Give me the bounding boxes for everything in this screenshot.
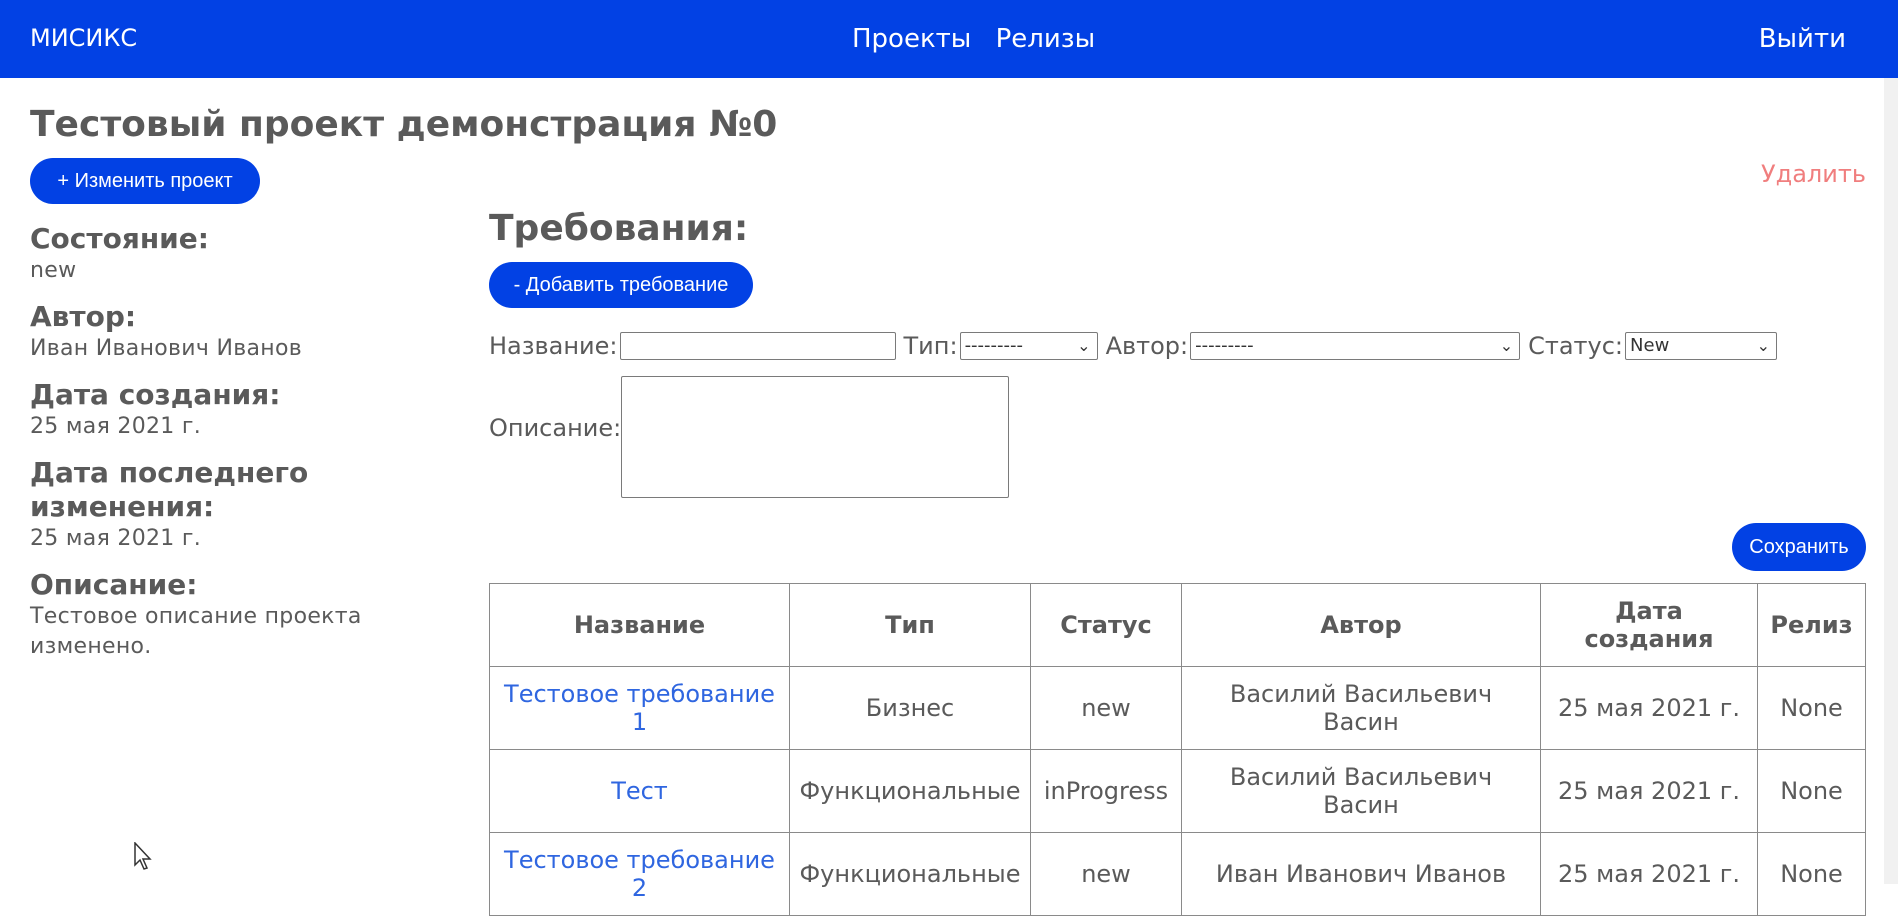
- requirement-link[interactable]: Тестовое требование 1: [504, 680, 775, 736]
- brand-logo[interactable]: МИСИКС: [30, 24, 137, 52]
- mouse-pointer-icon: [134, 842, 152, 870]
- requirements-title: Требования:: [489, 208, 749, 249]
- table-cell: 25 мая 2021 г.: [1540, 749, 1758, 833]
- table-cell: new: [1030, 666, 1182, 750]
- requirement-link[interactable]: Тест: [611, 777, 668, 805]
- status-label: Статус:: [1528, 332, 1624, 360]
- status-select-value: New: [1630, 335, 1670, 356]
- created-date-label: Дата создания:: [30, 378, 281, 411]
- column-header: Название: [489, 583, 790, 667]
- column-header: Автор: [1181, 583, 1541, 667]
- save-button[interactable]: Сохранить: [1732, 523, 1866, 571]
- table-cell: Василий Васильевич Васин: [1181, 666, 1541, 750]
- requirements-table: Название Тип Статус Автор Дата создания …: [489, 583, 1866, 916]
- table-cell: new: [1030, 832, 1182, 916]
- state-label: Состояние:: [30, 222, 209, 255]
- author-select[interactable]: --------- ⌄: [1190, 332, 1521, 360]
- table-cell: Василий Васильевич Васин: [1181, 749, 1541, 833]
- name-input[interactable]: [619, 332, 896, 360]
- modified-date-label: Дата последнего изменения:: [30, 456, 309, 523]
- created-date-value: 25 мая 2021 г.: [30, 414, 202, 439]
- table-cell: Тестовое требование 1: [489, 666, 790, 750]
- author-select-value: ---------: [1195, 335, 1254, 356]
- column-header: Релиз: [1757, 583, 1866, 667]
- description-textarea[interactable]: [621, 376, 1009, 498]
- main-nav: Проекты Релизы: [852, 24, 1111, 54]
- table-cell: inProgress: [1030, 749, 1182, 833]
- requirement-form-row: Название: Тип: --------- ⌄ Автор: ------…: [489, 332, 1778, 360]
- table-cell: Функциональные: [789, 749, 1031, 833]
- column-header: Тип: [789, 583, 1031, 667]
- vertical-scrollbar[interactable]: [1884, 78, 1898, 884]
- requirement-link[interactable]: Тестовое требование 2: [504, 846, 775, 902]
- column-header: Статус: [1030, 583, 1182, 667]
- description-field-label: Описание:: [489, 414, 622, 442]
- author-label: Автор:: [30, 300, 137, 333]
- author-value: Иван Иванович Иванов: [30, 336, 302, 361]
- nav-releases-link[interactable]: Релизы: [996, 24, 1096, 54]
- delete-project-link[interactable]: Удалить: [1761, 160, 1866, 188]
- column-header: Дата создания: [1540, 583, 1758, 667]
- project-info: Состояние: new Автор: Иван Иванович Иван…: [30, 222, 430, 676]
- table-cell: Иван Иванович Иванов: [1181, 832, 1541, 916]
- description-value: Тестовое описание проекта изменено.: [30, 604, 362, 659]
- name-label: Название:: [489, 332, 618, 360]
- table-row: Тестовое требование 1 Бизнес new Василий…: [489, 666, 1866, 750]
- edit-project-button[interactable]: + Изменить проект: [30, 158, 260, 204]
- type-select-value: ---------: [964, 335, 1024, 356]
- chevron-down-icon: ⌄: [1756, 336, 1771, 355]
- state-value: new: [30, 258, 77, 283]
- nav-projects-link[interactable]: Проекты: [852, 24, 971, 54]
- type-label: Тип:: [903, 332, 958, 360]
- modified-date-value: 25 мая 2021 г.: [30, 526, 202, 551]
- chevron-down-icon: ⌄: [1077, 336, 1091, 355]
- chevron-down-icon: ⌄: [1499, 336, 1514, 355]
- table-row: Тестовое требование 2 Функциональные new…: [489, 832, 1866, 916]
- table-cell: None: [1757, 832, 1866, 916]
- table-header-row: Название Тип Статус Автор Дата создания …: [489, 583, 1866, 667]
- table-row: Тест Функциональные inProgress Василий В…: [489, 749, 1866, 833]
- table-cell: Тестовое требование 2: [489, 832, 790, 916]
- table-cell: None: [1757, 749, 1866, 833]
- table-cell: 25 мая 2021 г.: [1540, 666, 1758, 750]
- table-cell: 25 мая 2021 г.: [1540, 832, 1758, 916]
- table-cell: Функциональные: [789, 832, 1031, 916]
- logout-link[interactable]: Выйти: [1759, 24, 1846, 54]
- table-cell: Бизнес: [789, 666, 1031, 750]
- top-navbar: МИСИКС Проекты Релизы Выйти: [0, 0, 1898, 78]
- page-title: Тестовый проект демонстрация №0: [30, 104, 778, 145]
- author-select-label: Автор:: [1105, 332, 1189, 360]
- table-cell: None: [1757, 666, 1866, 750]
- type-select[interactable]: --------- ⌄: [959, 332, 1098, 360]
- add-requirement-button[interactable]: - Добавить требование: [489, 262, 753, 308]
- table-cell: Тест: [489, 749, 790, 833]
- description-label: Описание:: [30, 568, 198, 601]
- status-select[interactable]: New ⌄: [1625, 332, 1778, 360]
